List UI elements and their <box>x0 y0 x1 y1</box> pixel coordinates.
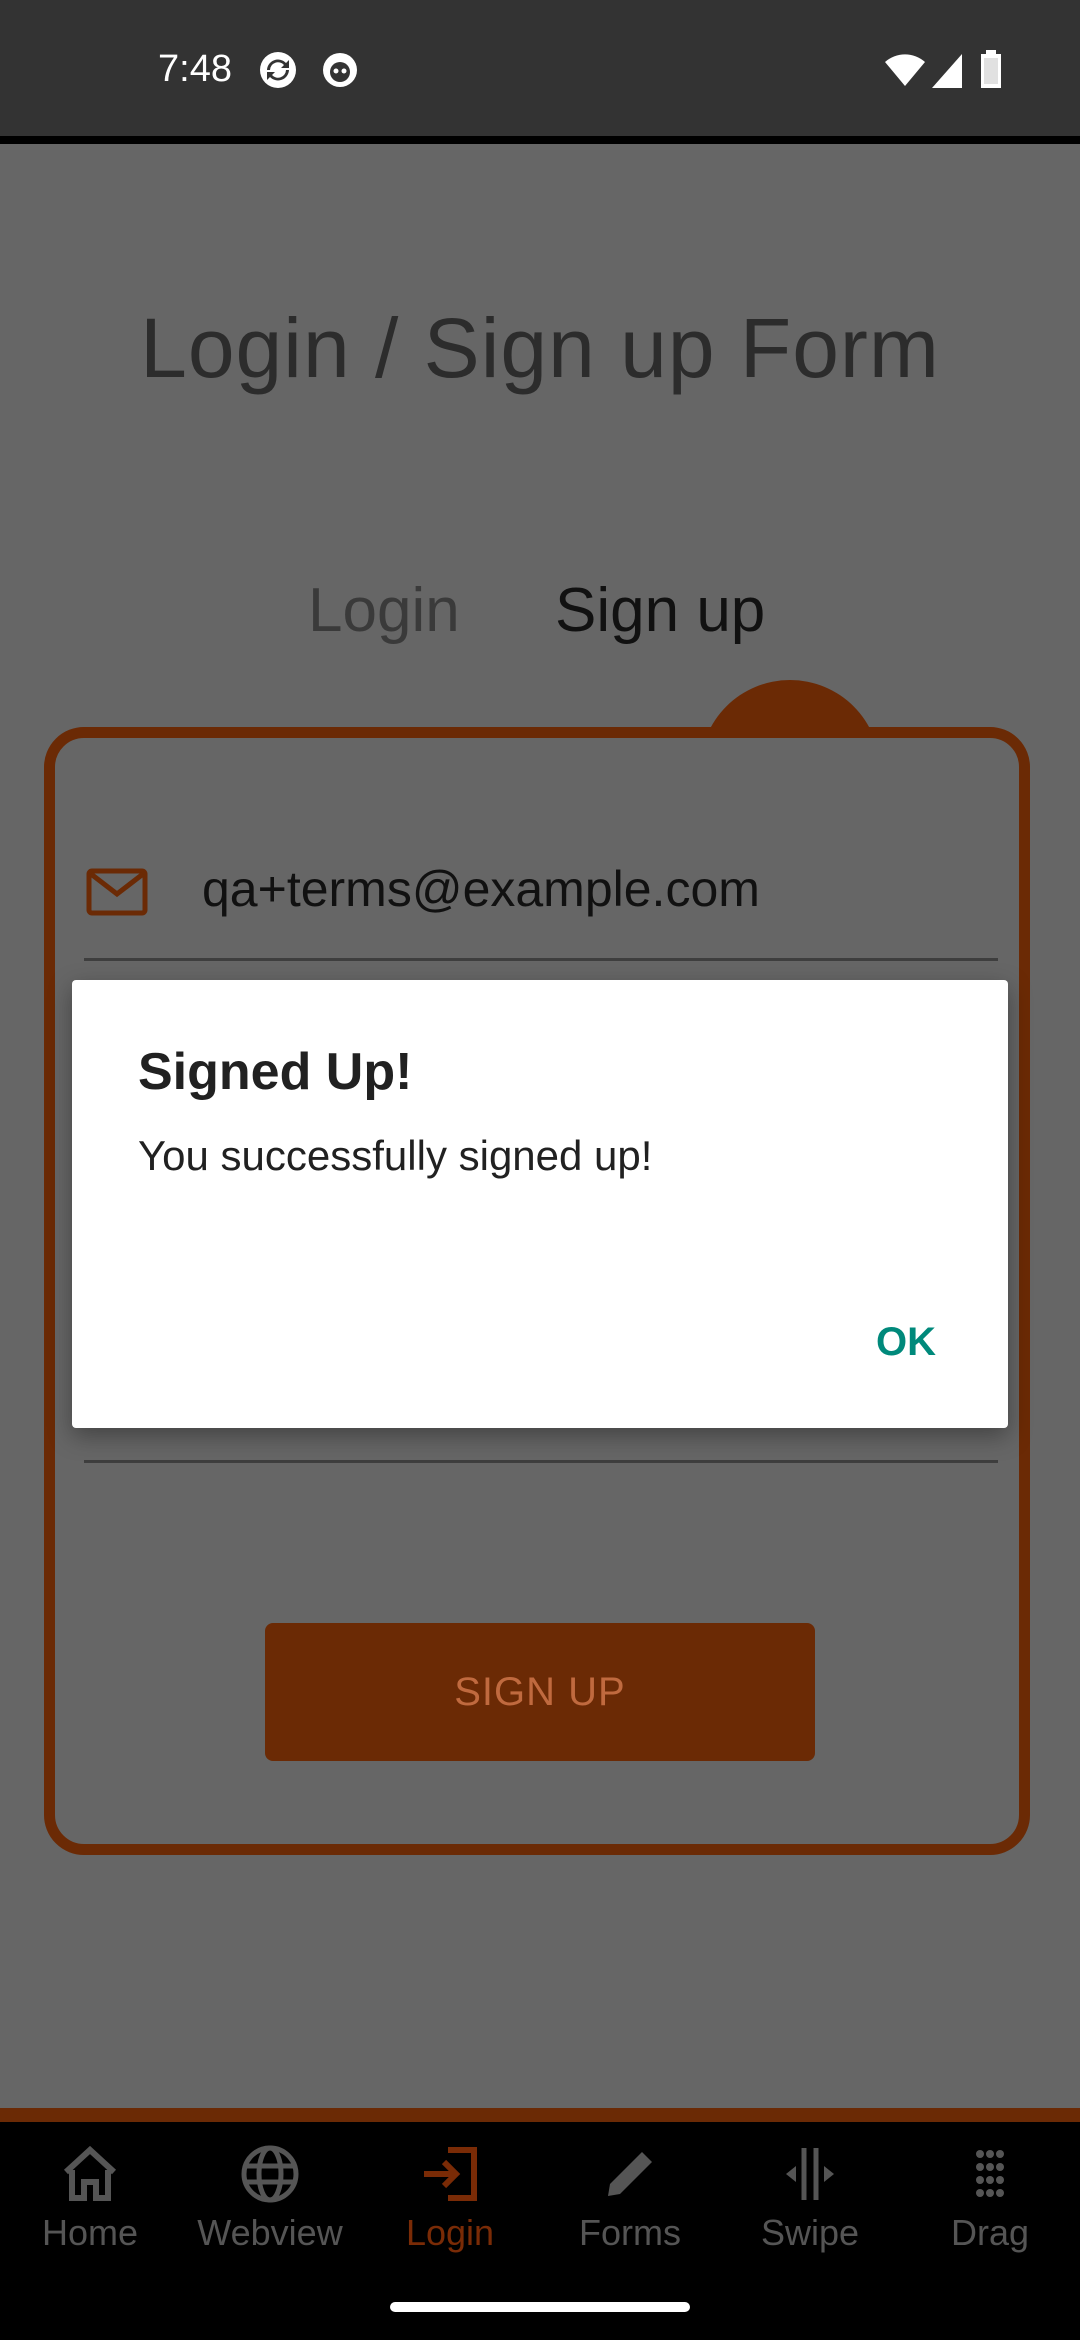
app-top-divider <box>0 136 1080 144</box>
wifi-icon <box>885 54 925 86</box>
signup-success-dialog: Signed Up! You successfully signed up! O… <box>72 980 1008 1428</box>
nav-item-drag[interactable]: Drag <box>900 2142 1080 2272</box>
page-title: Login / Sign up Form <box>140 301 940 395</box>
drag-grid-icon <box>976 2150 1004 2197</box>
nav-item-swipe[interactable]: Swipe <box>720 2142 900 2272</box>
nav-label-home: Home <box>41 2212 139 2253</box>
status-bar: 7:48 <box>0 0 1080 136</box>
nav-label-forms: Forms <box>579 2212 681 2253</box>
app-notification-icon <box>323 53 357 87</box>
mail-icon <box>86 868 148 916</box>
sync-icon <box>260 52 296 88</box>
nav-label-swipe: Swipe <box>760 2212 860 2253</box>
dialog-ok-button[interactable]: OK <box>876 1320 936 1365</box>
nav-item-home[interactable]: Home <box>0 2142 180 2272</box>
nav-label-login: Login <box>405 2212 495 2253</box>
nav-label-drag: Drag <box>950 2212 1030 2253</box>
status-time: 7:48 <box>158 48 232 90</box>
nav-item-webview[interactable]: Webview <box>180 2142 360 2272</box>
bottom-nav-accent <box>0 2108 1080 2122</box>
confirm-password-underline <box>84 1460 998 1463</box>
signup-button[interactable]: SIGN UP <box>265 1623 815 1761</box>
login-icon <box>424 2147 477 2201</box>
nav-label-webview: Webview <box>197 2212 343 2253</box>
home-indicator[interactable] <box>390 2302 690 2312</box>
form-tabs: Login Sign up <box>0 575 1080 665</box>
email-field[interactable]: qa+terms@example.com <box>202 860 760 918</box>
tab-signup[interactable]: Sign up <box>555 575 765 646</box>
dialog-title: Signed Up! <box>138 1043 413 1101</box>
battery-icon <box>981 50 1001 88</box>
nav-item-forms[interactable]: Forms <box>540 2142 720 2272</box>
globe-icon <box>241 2145 299 2203</box>
tab-login[interactable]: Login <box>308 575 460 646</box>
home-icon <box>63 2145 117 2201</box>
pencil-icon <box>608 2152 652 2196</box>
email-underline <box>84 958 998 961</box>
cellular-signal-icon <box>932 54 962 88</box>
dialog-message: You successfully signed up! <box>138 1132 653 1179</box>
nav-item-login[interactable]: Login <box>360 2142 540 2272</box>
swipe-icon <box>786 2148 834 2200</box>
